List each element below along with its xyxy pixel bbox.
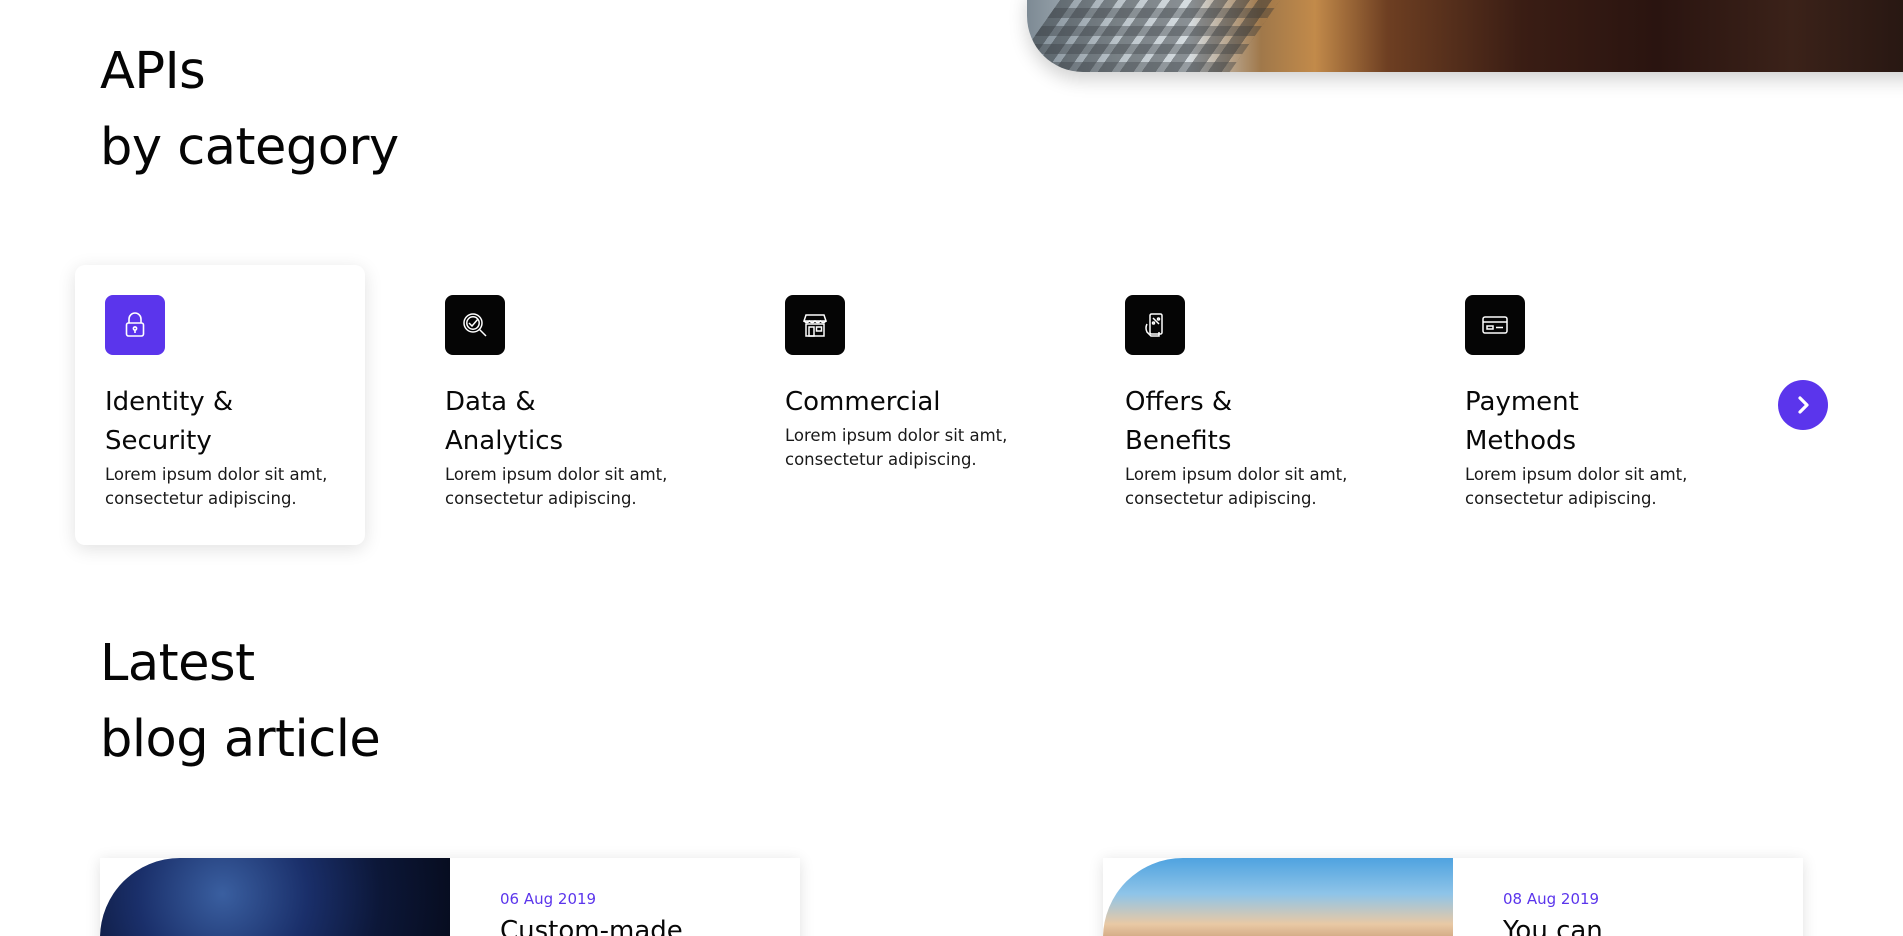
category-description: Lorem ipsum dolor sit amt, consectetur a… <box>445 465 668 508</box>
category-card-payment-methods[interactable]: Payment Methods Lorem ipsum dolor sit am… <box>1435 265 1725 545</box>
category-card-offers-benefits[interactable]: Offers & Benefits Lorem ipsum dolor sit … <box>1095 265 1385 545</box>
page: APIs by category Identity & Security Lor… <box>0 0 1903 936</box>
credit-card-icon <box>1465 295 1525 355</box>
lock-icon <box>105 295 165 355</box>
hero-image <box>1027 0 1903 72</box>
category-next-button[interactable] <box>1778 380 1828 430</box>
category-card-identity-security[interactable]: Identity & Security Lorem ipsum dolor si… <box>75 265 365 545</box>
apis-section-title: APIs by category <box>100 34 399 186</box>
category-name-line2: Security <box>105 426 212 456</box>
blog-title-line2: blog article <box>100 710 381 769</box>
category-description: Lorem ipsum dolor sit amt, consectetur a… <box>1125 465 1348 508</box>
category-name-line2: Analytics <box>445 426 564 456</box>
blog-headline[interactable]: You can <box>1503 916 1603 936</box>
apis-title-line2: by category <box>100 118 399 177</box>
blog-thumbnail <box>100 858 450 936</box>
category-name: Offers & Benefits <box>1125 383 1365 461</box>
blog-thumbnail <box>1103 858 1453 936</box>
category-name-line1: Commercial <box>785 387 941 417</box>
category-description: Lorem ipsum dolor sit amt, consectetur a… <box>785 426 1008 469</box>
blog-date: 06 Aug 2019 <box>500 890 597 908</box>
blog-body: 06 Aug 2019 Custom-made <box>500 890 683 936</box>
storefront-icon <box>785 295 845 355</box>
category-card-data-analytics[interactable]: Data & Analytics Lorem ipsum dolor sit a… <box>415 265 705 545</box>
blog-headline[interactable]: Custom-made <box>500 916 683 936</box>
apis-title-line1: APIs <box>100 42 206 101</box>
analytics-magnifier-icon <box>445 295 505 355</box>
blog-body: 08 Aug 2019 You can <box>1503 890 1603 936</box>
mobile-offer-icon <box>1125 295 1185 355</box>
category-description: Lorem ipsum dolor sit amt, consectetur a… <box>105 465 328 508</box>
blog-date: 08 Aug 2019 <box>1503 890 1600 908</box>
blog-section-title: Latest blog article <box>100 626 381 778</box>
laptop-keyboard-graphic <box>1027 0 1287 72</box>
category-card-commercial[interactable]: Commercial Lorem ipsum dolor sit amt, co… <box>755 265 1045 545</box>
category-row: Identity & Security Lorem ipsum dolor si… <box>75 265 1845 545</box>
category-name-line1: Identity & <box>105 387 234 417</box>
category-name: Commercial <box>785 383 1025 422</box>
blog-title-line1: Latest <box>100 634 255 693</box>
category-name-line1: Offers & <box>1125 387 1233 417</box>
category-description: Lorem ipsum dolor sit amt, consectetur a… <box>1465 465 1688 508</box>
category-name: Data & Analytics <box>445 383 685 461</box>
category-name-line2: Benefits <box>1125 426 1232 456</box>
category-name-line1: Data & <box>445 387 536 417</box>
blog-card[interactable]: 06 Aug 2019 Custom-made <box>100 858 800 936</box>
category-name-line2: Methods <box>1465 426 1577 456</box>
chevron-right-icon <box>1798 396 1809 414</box>
category-name: Payment Methods <box>1465 383 1705 461</box>
category-name: Identity & Security <box>105 383 345 461</box>
category-name-line1: Payment <box>1465 387 1579 417</box>
blog-card[interactable]: 08 Aug 2019 You can <box>1103 858 1803 936</box>
